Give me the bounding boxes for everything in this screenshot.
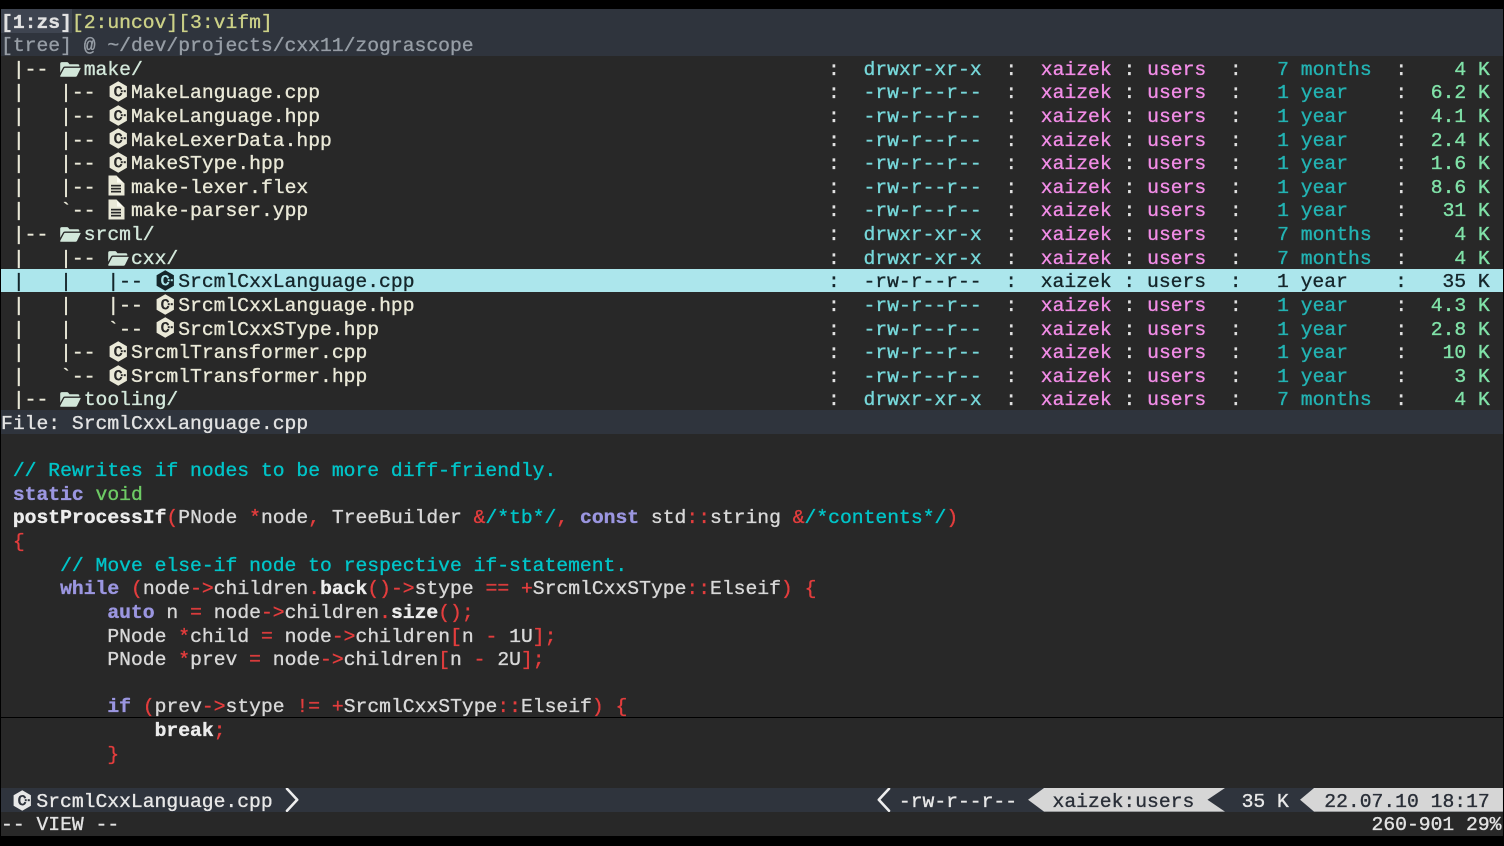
svg-text:C: C bbox=[113, 131, 122, 149]
svg-text:C: C bbox=[113, 107, 122, 125]
svg-text:C: C bbox=[17, 792, 26, 810]
svg-text:C: C bbox=[113, 155, 122, 173]
svg-text:C: C bbox=[113, 367, 122, 385]
svg-text:C: C bbox=[113, 344, 122, 362]
svg-text:C: C bbox=[160, 320, 169, 338]
svg-text:C: C bbox=[113, 84, 122, 102]
svg-text:C: C bbox=[160, 296, 169, 314]
svg-text:C: C bbox=[160, 273, 169, 291]
